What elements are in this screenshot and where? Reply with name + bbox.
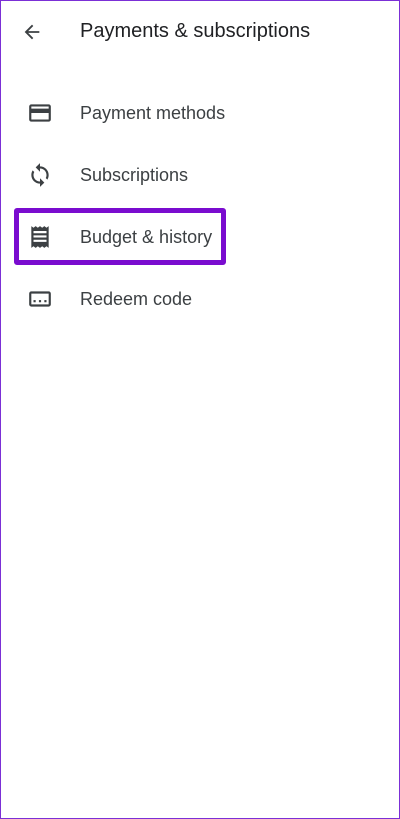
- back-button[interactable]: [14, 16, 50, 48]
- menu-item-label: Subscriptions: [80, 165, 189, 185]
- menu-item-label: Budget & history: [80, 227, 213, 247]
- top-app-bar: Payments & subscriptions: [0, 0, 400, 64]
- menu-item-label: Redeem code: [80, 289, 193, 309]
- menu-item-redeem-code[interactable]: Redeem code: [0, 268, 400, 330]
- sync-icon: [26, 161, 54, 189]
- credit-card-icon: [26, 99, 54, 127]
- receipt-icon: [26, 223, 54, 251]
- arrow-back-icon: [24, 24, 40, 40]
- settings-menu: Payment methods Subscriptions Budget & h…: [0, 82, 400, 330]
- menu-item-payment-methods[interactable]: Payment methods: [0, 82, 400, 144]
- menu-item-label: Payment methods: [80, 103, 226, 123]
- menu-item-subscriptions[interactable]: Subscriptions: [0, 144, 400, 206]
- page-title: Payments & subscriptions: [80, 20, 311, 42]
- redeem-code-icon: [26, 285, 54, 313]
- menu-item-budget-history[interactable]: Budget & history: [0, 206, 400, 268]
